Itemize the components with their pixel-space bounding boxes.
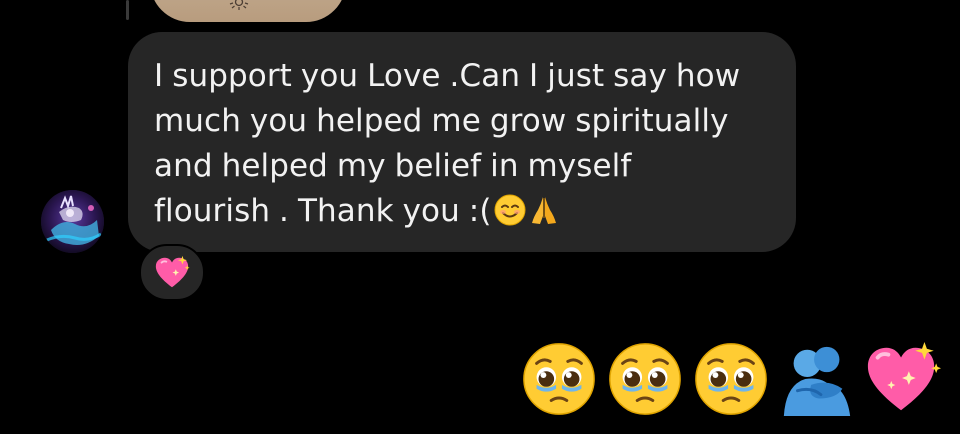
sender-avatar[interactable] [41,190,104,253]
people-hugging-icon [783,346,851,417]
smiling-face-icon [494,194,526,226]
message-text: I support you Love .Can I just say how m… [154,54,770,234]
sparkling-heart-icon [867,341,942,411]
reaction-badge[interactable] [139,244,205,301]
message-line-3: and helped my belief in myself [154,148,632,184]
avatar-image [41,190,104,253]
reply-thread-line [126,0,129,20]
message-line-1: I support you Love .Can I just say how [154,58,741,94]
pleading-face-icon [695,343,767,415]
sparkling-heart-icon [155,255,190,287]
emoji-message-row[interactable] [520,340,942,418]
shared-image-preview[interactable] [150,0,346,22]
pleading-face-icon [609,343,681,415]
pleading-face-icon [523,343,595,415]
message-line-2: much you helped me grow spiritually [154,103,729,139]
folded-hands-icon [531,197,556,224]
message-line-4: flourish . Thank you :( [154,193,492,229]
chat-thread: I support you Love .Can I just say how m… [0,0,960,434]
message-bubble[interactable]: I support you Love .Can I just say how m… [128,32,796,252]
sun-tattoo-icon [229,0,249,10]
